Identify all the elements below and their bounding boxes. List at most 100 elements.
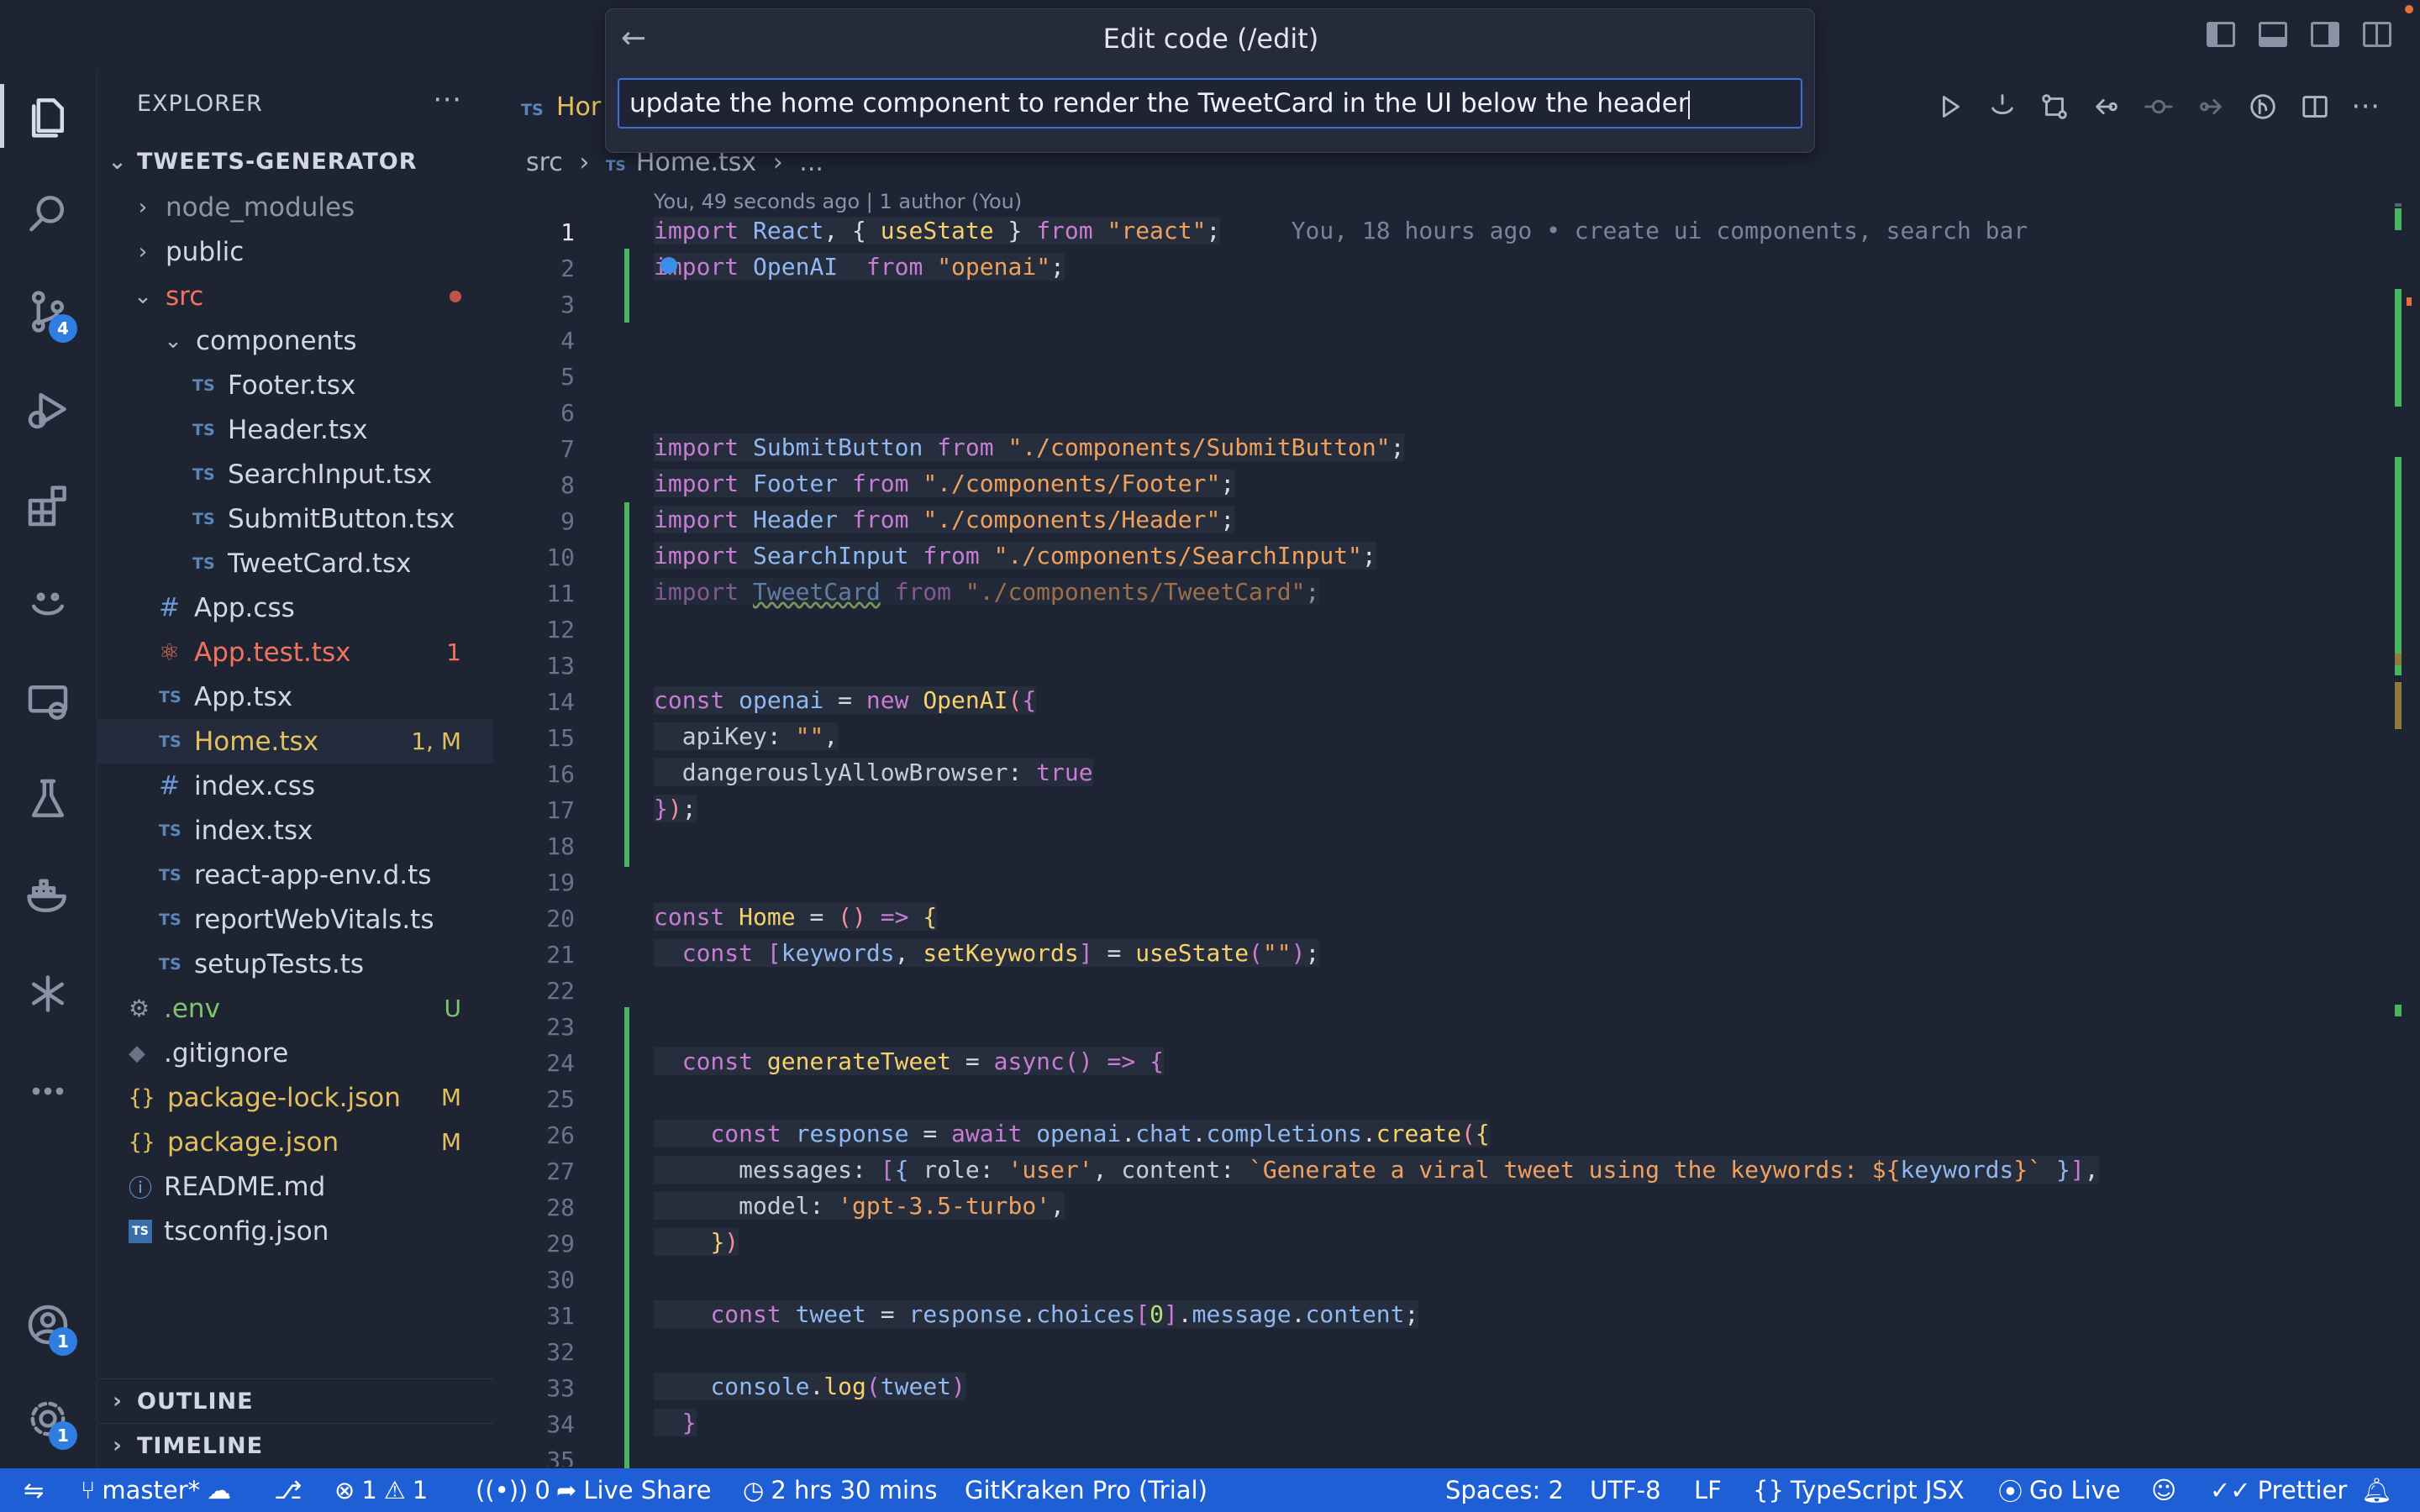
tree-item-header[interactable]: TS Header.tsx [98,407,493,452]
tree-item-label: TweetCard.tsx [228,548,412,579]
customize-layout-icon[interactable] [2363,22,2391,47]
sync-cloud-icon: ☁ [207,1476,232,1504]
added-lines-marker[interactable] [624,502,629,867]
tree-item-label: Footer.tsx [228,370,356,401]
go-forward-icon[interactable] [2195,91,2227,126]
tree-item-package-lock[interactable]: {} package-lock.json M [98,1075,493,1120]
tree-item-label: App.tsx [194,681,293,712]
git-status-badge: U [444,995,462,1022]
tree-item-tweetcard[interactable]: TS TweetCard.tsx [98,541,493,585]
chevron-right-icon: › [138,239,148,265]
typescript-file-icon: TS [521,101,544,119]
remote-explorer-icon[interactable] [20,674,76,729]
code-line: import React, { useState } from "react";… [654,217,2028,244]
run-debug-icon[interactable] [20,381,76,437]
tree-item-app-css[interactable]: # App.css [98,585,493,630]
json-file-icon: {} [129,1129,155,1155]
line-number: 15 [546,724,575,752]
workspace-root[interactable]: ⌄ TWEETS-GENERATOR [98,139,493,184]
run-icon[interactable] [1934,91,1966,126]
time-tracker[interactable]: ◷ 2 hrs 30 mins [743,1468,938,1512]
tree-item-footer[interactable]: TS Footer.tsx [98,363,493,407]
tree-item-env[interactable]: ⚙ .env U [98,986,493,1031]
tree-item-home[interactable]: TS Home.tsx 1, M [98,719,493,764]
eol-indicator[interactable]: LF [1694,1468,1722,1512]
more-actions-icon[interactable]: ⋯ [2351,91,2380,126]
compare-changes-icon[interactable] [2039,91,2070,126]
timeline-section[interactable]: › TIMELINE [98,1423,493,1467]
blame-header[interactable]: You, 49 seconds ago | 1 author (You) [654,190,1022,213]
split-editor-icon[interactable] [2299,91,2331,126]
outline-section[interactable]: › OUTLINE [98,1378,493,1423]
error-count: 1 [361,1476,377,1504]
tree-item-public[interactable]: › public [98,229,493,274]
more-actions-icon[interactable]: ⋯ [433,82,461,116]
gitkraken-icon[interactable] [20,966,76,1021]
tree-item-components[interactable]: ⌄ components [98,318,493,363]
line-number: 10 [546,543,575,571]
scrollbar-thumb[interactable] [2395,203,2402,207]
toggle-secondary-sidebar-icon[interactable] [2311,22,2339,47]
toggle-panel-icon[interactable] [2259,22,2287,47]
notifications-button[interactable]: 🔔︎ [2361,1468,2392,1512]
edit-instruction-input[interactable]: update the home component to render the … [618,78,1802,129]
go-back-icon[interactable] [2091,91,2123,126]
testing-icon[interactable] [20,771,76,827]
tree-item-searchinput[interactable]: TS SearchInput.tsx [98,452,493,496]
indentation-indicator[interactable]: Spaces: 2 [1445,1468,1564,1512]
language-mode[interactable]: {} TypeScript JSX [1753,1468,1965,1512]
breadcrumb-src[interactable]: src [526,148,563,177]
copilot-icon[interactable] [1986,91,2018,126]
search-icon[interactable] [20,186,76,242]
tree-item-app-test[interactable]: ⚛ App.test.tsx 1 [98,630,493,675]
tree-item-package[interactable]: {} package.json M [98,1120,493,1164]
line-number: 25 [546,1085,575,1113]
gitlens-indicator[interactable]: ⎇ [274,1468,302,1512]
live-share-button[interactable]: ➦ Live Share [556,1468,711,1512]
code-line: const openai = new OpenAI({ [654,686,1037,714]
tree-item-setuptests[interactable]: TS setupTests.ts [98,942,493,986]
line-number: 4 [560,327,575,354]
docker-icon[interactable] [20,869,76,924]
tree-item-app-tsx[interactable]: TS App.tsx [98,675,493,719]
ports-indicator[interactable]: ((•)) 0 [476,1468,550,1512]
branch-label: master* [102,1476,201,1504]
tree-item-submitbutton[interactable]: TS SubmitButton.tsx [98,496,493,541]
tree-item-readme[interactable]: ⓘ README.md [98,1164,493,1209]
git-lens-icon[interactable] [2247,91,2279,126]
tree-item-tsconfig[interactable]: TS tsconfig.json [98,1209,493,1253]
tree-item-index-tsx[interactable]: TS index.tsx [98,808,493,853]
extensions-icon[interactable] [20,479,76,534]
tree-item-gitignore[interactable]: ◆ .gitignore [98,1031,493,1075]
commit-icon[interactable] [2143,91,2175,126]
added-lines-marker[interactable] [624,1007,629,1486]
line-number: 21 [546,941,575,969]
line-number: 16 [546,760,575,788]
encoding-indicator[interactable]: UTF-8 [1590,1468,1661,1512]
copilot-icon[interactable] [20,576,76,632]
line-number: 12 [546,616,575,643]
problems-indicator[interactable]: ⊗ 1 ⚠ 1 [334,1468,428,1512]
code-line: import SubmitButton from "./components/S… [654,433,1405,461]
go-live-button[interactable]: ⦿ Go Live [1998,1468,2121,1512]
branch-indicator[interactable]: ⑂ master* ☁ [81,1468,231,1512]
copilot-status[interactable]: ☺ [2151,1468,2176,1512]
tree-item-src[interactable]: ⌄ src [98,274,493,318]
git-branch-icon: ⑂ [81,1476,96,1504]
gitkraken-status[interactable]: GitKraken Pro (Trial) [965,1468,1207,1512]
prettier-status[interactable]: ✓✓ Prettier [2210,1468,2347,1512]
tree-item-index-css[interactable]: # index.css [98,764,493,808]
tab-home[interactable]: TS Hor [521,92,601,122]
added-lines-marker[interactable] [624,249,629,323]
remote-indicator[interactable]: ⇋ [24,1468,44,1512]
explorer-icon[interactable] [20,89,76,144]
tab-label: Hor [556,92,602,122]
activity-bar: 4 1 1 [0,71,97,1468]
lightbulb-icon[interactable] [660,257,677,274]
toggle-primary-sidebar-icon[interactable] [2207,22,2235,47]
tree-item-reportwebvitals[interactable]: TS reportWebVitals.ts [98,897,493,942]
tree-item-node-modules[interactable]: › node_modules [98,185,493,229]
edit-code-palette: ← Edit code (/edit) update the home comp… [605,8,1815,153]
more-views-icon[interactable] [20,1063,76,1119]
tree-item-react-app-env[interactable]: TS react-app-env.d.ts [98,853,493,897]
